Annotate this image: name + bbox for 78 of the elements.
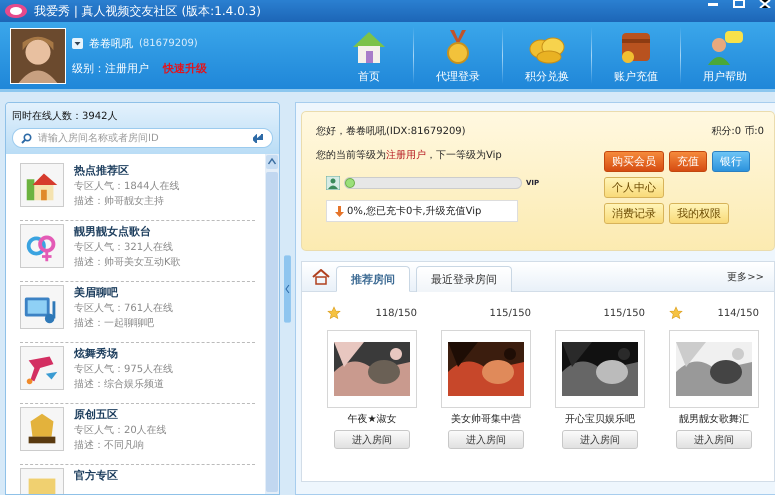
nav-button[interactable]: 代理登录 (418, 27, 498, 84)
zone-title: 美眉聊吧 (74, 285, 119, 301)
user-name: 卷卷吼吼 (89, 36, 133, 50)
online-count: 同时在线人数：3942人 (12, 110, 118, 123)
user-id: (81679209) (139, 38, 198, 48)
zone-title: 热点推荐区 (74, 163, 130, 179)
room-thumbnail[interactable] (669, 330, 759, 408)
room-thumbnail[interactable] (327, 330, 417, 408)
zone-description: 描述：不同凡响 (74, 439, 145, 453)
zone-title: 炫舞秀场 (74, 346, 119, 362)
zone-description: 描述：帅哥美女互动K歌 (74, 256, 181, 270)
room-thumbnail[interactable] (555, 330, 645, 408)
zone-popularity: 专区人气：321人在线 (74, 241, 174, 255)
dancer-icon (20, 346, 64, 390)
room-name: 靓男靓女歌舞汇 (679, 413, 749, 426)
logo-icon (4, 3, 28, 19)
emblem-icon (20, 407, 64, 451)
zone-item[interactable]: 炫舞秀场 专区人气：975人在线 描述：综合娱乐频道 (20, 343, 256, 404)
zone-title: 靓男靓女点歌台 (74, 224, 152, 240)
account-button[interactable]: 个人中心 (604, 177, 664, 198)
progress-text: 0%,您已充卡0卡,升级充值Vip (347, 204, 482, 218)
window-title: 我爱秀 | 真人视频交友社区 (版本:1.4.0.3) (34, 2, 262, 20)
home-icon[interactable] (312, 268, 330, 284)
enter-icon[interactable] (253, 134, 264, 142)
house-icon (20, 163, 64, 207)
nav-button[interactable]: 积分兑换 (507, 27, 587, 84)
room-name: 午夜★淑女 (348, 412, 396, 426)
account-button[interactable]: 我的权限 (669, 203, 729, 224)
dropdown-icon[interactable] (72, 38, 83, 48)
avatar-icon (10, 28, 66, 84)
enter-room-button[interactable]: 进入房间 (448, 430, 524, 449)
splitter-handle[interactable] (284, 254, 291, 322)
enter-room-button[interactable]: 进入房间 (676, 430, 752, 449)
account-button[interactable]: 消费记录 (604, 203, 664, 224)
room-thumbnail[interactable] (441, 330, 531, 408)
arrow-down-icon (335, 206, 344, 216)
nav-button[interactable]: 账户充值 (596, 27, 676, 84)
zone-title: 官方专区 (74, 468, 118, 484)
room-count: 115/150 (489, 308, 531, 318)
room-tab[interactable]: 最近登录房间 (416, 266, 512, 292)
zone-item[interactable]: 原创五区 专区人气：20人在线 描述：不同凡响 (20, 404, 256, 465)
zone-description: 描述：帅哥靓女主持 (74, 195, 165, 209)
enter-room-button[interactable]: 进入房间 (334, 430, 410, 449)
zone-popularity: 专区人气：975人在线 (74, 363, 174, 377)
room-tab[interactable]: 推荐房间 (336, 266, 410, 292)
user-icon (326, 176, 340, 190)
zone-description: 描述：一起聊聊吧 (74, 317, 155, 331)
close-icon[interactable] (759, 0, 771, 8)
greeting-text: 您好，卷卷吼吼(IDX:81679209) (316, 125, 467, 138)
room-count: 118/150 (375, 308, 417, 318)
tv-music-icon (20, 285, 64, 329)
search-field[interactable]: 请输入房间名称或者房间ID (12, 128, 274, 148)
zone-description: 描述：综合娱乐频道 (74, 378, 165, 392)
zone-item[interactable]: 美眉聊吧 专区人气：761人在线 描述：一起聊聊吧 (20, 282, 256, 343)
room-name: 美女帅哥集中营 (451, 412, 521, 426)
zone-item[interactable]: 热点推荐区 专区人气：1844人在线 描述：帅哥靓女主持 (20, 160, 256, 221)
more-link[interactable]: 更多>> (727, 270, 764, 284)
scrollbar[interactable] (265, 154, 280, 494)
room-count: 114/150 (717, 308, 759, 318)
search-icon (21, 132, 32, 144)
zone-popularity: 专区人气：1844人在线 (74, 180, 180, 194)
zone-item[interactable]: 官方专区 (20, 465, 256, 494)
room-count: 115/150 (603, 308, 645, 318)
level-text: 您的当前等级为注册用户，下一等级为Vip (316, 148, 503, 162)
user-level: 级别：注册用户 (72, 60, 149, 76)
minimize-icon[interactable] (707, 0, 719, 8)
balance-text: 积分:0 币:0 (711, 124, 764, 138)
nav-button[interactable]: 首页 (329, 27, 409, 84)
gender-icon (20, 224, 64, 268)
nav-button[interactable]: 用户帮助 (685, 27, 765, 84)
enter-room-button[interactable]: 进入房间 (562, 430, 638, 449)
maximize-icon[interactable] (733, 0, 745, 8)
zone-title: 原创五区 (74, 407, 119, 423)
room-name: 开心宝贝娱乐吧 (565, 412, 635, 426)
search-input[interactable]: 请输入房间名称或者房间ID (36, 132, 250, 144)
zone-popularity: 专区人气：761人在线 (74, 302, 174, 316)
zone-item[interactable]: 靓男靓女点歌台 专区人气：321人在线 描述：帅哥美女互动K歌 (20, 221, 256, 282)
zone-popularity: 专区人气：20人在线 (74, 424, 167, 438)
